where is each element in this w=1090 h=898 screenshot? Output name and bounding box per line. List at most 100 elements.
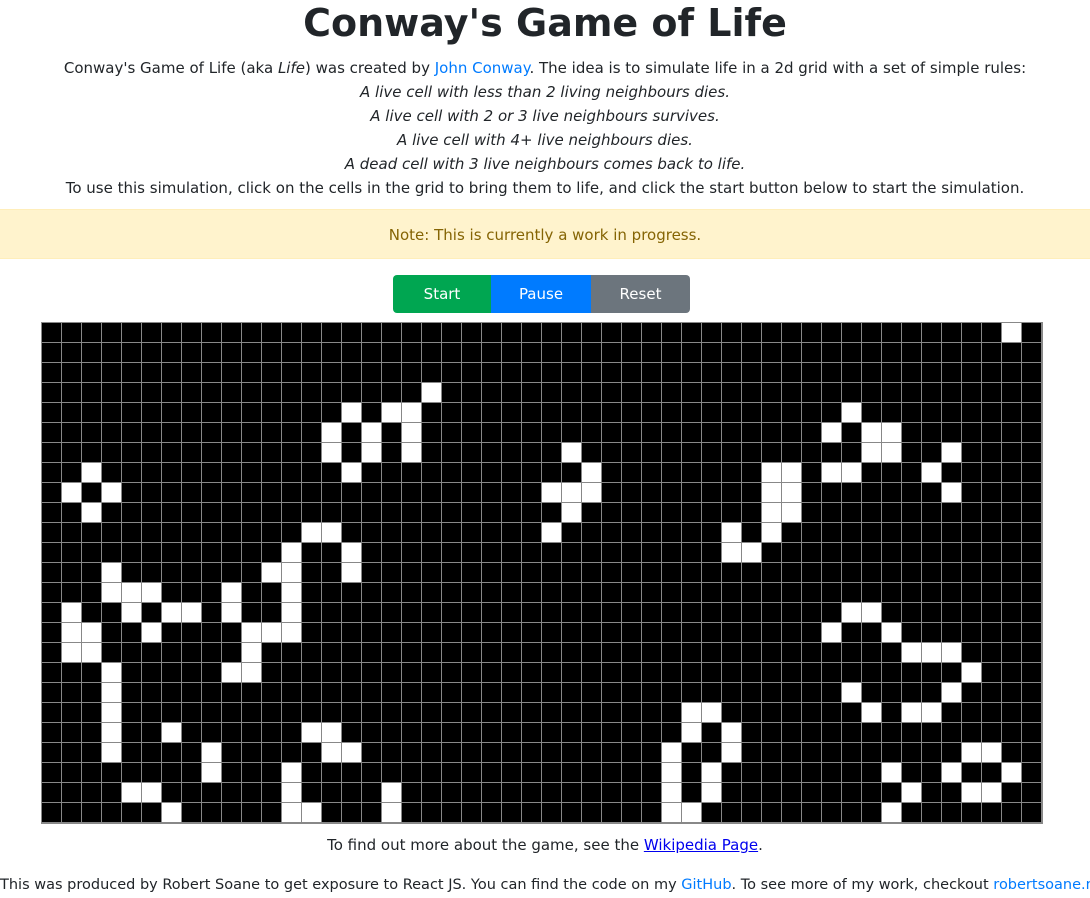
grid-cell[interactable] [642,423,661,442]
grid-cell[interactable] [722,423,741,442]
grid-cell[interactable] [802,563,821,582]
grid-cell[interactable] [442,443,461,462]
grid-cell[interactable] [982,583,1001,602]
grid-cell[interactable] [482,663,501,682]
grid-cell[interactable] [522,783,541,802]
grid-cell[interactable] [622,583,641,602]
grid-cell-alive[interactable] [102,563,121,582]
grid-cell[interactable] [622,803,641,822]
grid-cell[interactable] [442,423,461,442]
grid-cell[interactable] [682,603,701,622]
grid-cell[interactable] [502,743,521,762]
grid-cell[interactable] [122,803,141,822]
grid-cell[interactable] [482,463,501,482]
grid-cell[interactable] [542,363,561,382]
grid-cell-alive[interactable] [62,483,81,502]
grid-cell[interactable] [262,763,281,782]
grid-cell[interactable] [502,443,521,462]
grid-cell[interactable] [42,443,61,462]
grid-cell[interactable] [682,483,701,502]
grid-cell[interactable] [562,703,581,722]
grid-cell[interactable] [302,703,321,722]
grid-cell[interactable] [442,723,461,742]
grid-cell[interactable] [62,663,81,682]
grid-cell[interactable] [202,463,221,482]
grid-cell[interactable] [642,763,661,782]
grid-cell[interactable] [302,643,321,662]
grid-cell[interactable] [702,663,721,682]
grid-cell[interactable] [822,503,841,522]
grid-cell[interactable] [762,663,781,682]
wikipedia-link[interactable]: Wikipedia Page [644,836,758,854]
grid-cell[interactable] [722,643,741,662]
grid-cell[interactable] [182,483,201,502]
grid-cell[interactable] [702,443,721,462]
grid-cell[interactable] [762,763,781,782]
grid-cell-alive[interactable] [902,783,921,802]
grid-cell[interactable] [542,783,561,802]
grid-cell[interactable] [962,683,981,702]
grid-cell[interactable] [282,403,301,422]
github-link[interactable]: GitHub [681,877,731,893]
grid-cell[interactable] [742,643,761,662]
grid-cell[interactable] [742,463,761,482]
grid-cell[interactable] [122,343,141,362]
grid-cell[interactable] [122,763,141,782]
grid-cell[interactable] [122,503,141,522]
grid-cell[interactable] [562,623,581,642]
grid-cell[interactable] [1022,423,1041,442]
grid-cell[interactable] [42,803,61,822]
grid-cell[interactable] [462,403,481,422]
grid-cell-alive[interactable] [762,503,781,522]
grid-cell[interactable] [522,323,541,342]
grid-cell[interactable] [862,803,881,822]
grid-cell[interactable] [42,643,61,662]
grid-cell[interactable] [242,783,261,802]
grid-cell[interactable] [942,783,961,802]
grid-cell[interactable] [742,323,761,342]
grid-cell[interactable] [482,723,501,742]
grid-cell[interactable] [182,503,201,522]
grid-cell[interactable] [302,543,321,562]
grid-cell-alive[interactable] [302,523,321,542]
grid-cell[interactable] [942,323,961,342]
grid-cell-alive[interactable] [202,763,221,782]
grid-cell[interactable] [542,423,561,442]
grid-cell[interactable] [922,763,941,782]
grid-cell[interactable] [1002,643,1021,662]
grid-cell[interactable] [642,723,661,742]
grid-cell[interactable] [142,703,161,722]
grid-cell[interactable] [82,423,101,442]
grid-cell[interactable] [962,463,981,482]
grid-cell-alive[interactable] [182,603,201,622]
grid-cell[interactable] [242,703,261,722]
grid-cell[interactable] [142,643,161,662]
grid-cell[interactable] [962,523,981,542]
grid-cell[interactable] [442,523,461,542]
grid-cell[interactable] [142,503,161,522]
grid-cell[interactable] [902,803,921,822]
grid-cell[interactable] [522,503,541,522]
grid-cell-alive[interactable] [722,743,741,762]
grid-cell[interactable] [422,543,441,562]
grid-cell[interactable] [302,563,321,582]
grid-cell[interactable] [882,723,901,742]
grid-cell[interactable] [662,723,681,742]
grid-cell[interactable] [802,363,821,382]
grid-cell[interactable] [322,663,341,682]
grid-cell[interactable] [502,343,521,362]
grid-cell[interactable] [62,563,81,582]
grid-cell[interactable] [842,383,861,402]
grid-cell[interactable] [402,763,421,782]
grid-cell[interactable] [582,323,601,342]
grid-cell[interactable] [502,543,521,562]
grid-cell[interactable] [642,443,661,462]
grid-cell[interactable] [482,363,501,382]
grid-cell[interactable] [822,343,841,362]
grid-cell[interactable] [302,463,321,482]
grid-cell[interactable] [462,543,481,562]
grid-cell[interactable] [222,763,241,782]
grid-cell[interactable] [342,603,361,622]
grid-cell[interactable] [102,443,121,462]
grid-cell[interactable] [742,803,761,822]
